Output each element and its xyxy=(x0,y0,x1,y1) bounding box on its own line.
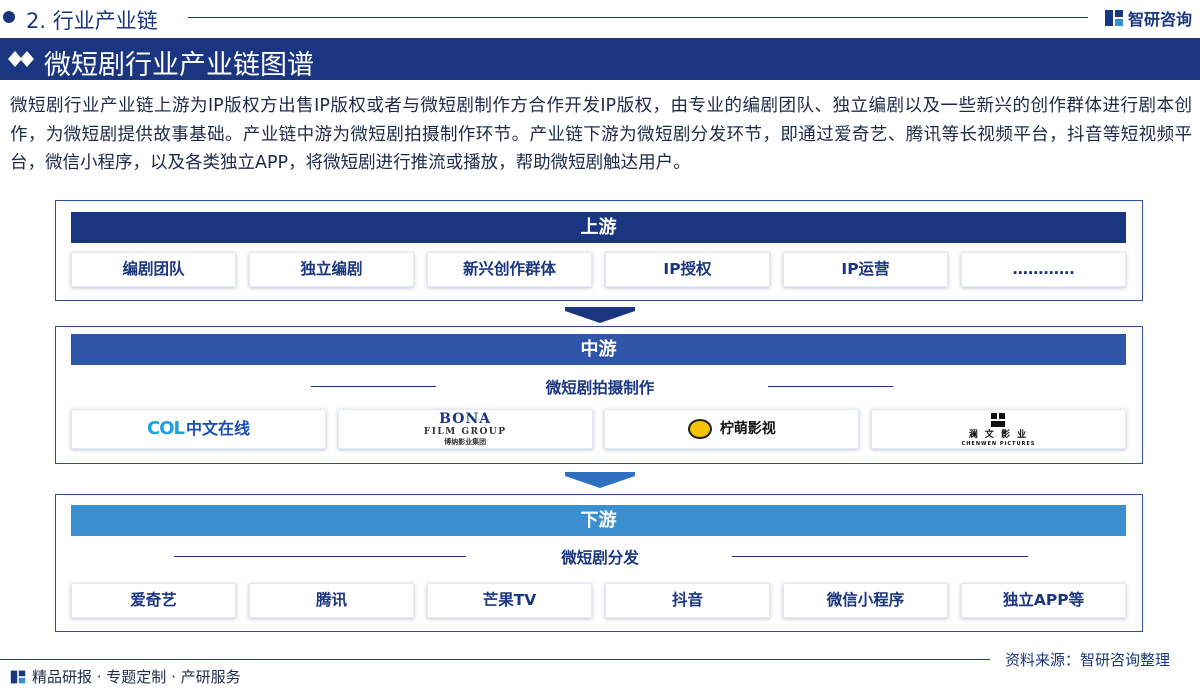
brand-logo-icon xyxy=(1104,10,1123,26)
midstream-header: 中游 xyxy=(71,334,1126,365)
downstream-items: 爱奇艺 腾讯 芒果TV 抖音 微信小程序 独立APP等 xyxy=(71,583,1126,618)
brand-logo-icon xyxy=(10,670,26,683)
footer-tagline: 精品研报 · 专题定制 · 产研服务 xyxy=(32,668,241,686)
arrow-down-icon xyxy=(565,307,635,323)
upstream-header: 上游 xyxy=(71,212,1126,243)
company-logo-bona: BONA FILM GROUP 博纳影业集团 xyxy=(337,409,593,449)
downstream-item: 微信小程序 xyxy=(783,583,948,618)
midstream-subtitle: 微短剧拍摄制作 xyxy=(545,379,655,397)
upstream-item: IP授权 xyxy=(605,252,770,287)
subtitle-line-right xyxy=(732,556,1028,557)
downstream-item: 芒果TV xyxy=(427,583,592,618)
company-logo-col: COL 中文在线 xyxy=(71,409,326,449)
section-label: 2. 行业产业链 xyxy=(26,9,158,33)
brand: 智研咨询 xyxy=(1104,6,1192,30)
bona-line2: FILM GROUP xyxy=(423,427,507,437)
brand-name: 智研咨询 xyxy=(1127,10,1192,29)
chenwen-en: CHENWEN PICTURES xyxy=(961,440,1036,447)
page-title: 微短剧行业产业链图谱 xyxy=(44,50,314,81)
downstream-item: 抖音 xyxy=(605,583,770,618)
diamond-icon xyxy=(8,51,34,67)
upstream-item: ………… xyxy=(961,252,1126,287)
upstream-tier: 上游 编剧团队 独立编剧 新兴创作群体 IP授权 IP运营 ………… xyxy=(55,200,1143,301)
midstream-tier: 中游 微短剧拍摄制作 COL 中文在线 BONA FILM GROUP 博纳影业… xyxy=(55,326,1143,464)
lemon-name: 柠萌影视 xyxy=(719,421,776,437)
footer-tagline-group: 精品研报 · 专题定制 · 产研服务 xyxy=(10,666,241,687)
upstream-item: IP运营 xyxy=(783,252,948,287)
company-logo-lemon: 柠萌影视 xyxy=(604,409,860,449)
downstream-item: 爱奇艺 xyxy=(71,583,236,618)
lemon-badge-icon xyxy=(687,419,712,439)
section-bullet-icon xyxy=(3,11,15,23)
downstream-tier: 下游 微短剧分发 爱奇艺 腾讯 芒果TV 抖音 微信小程序 独立APP等 xyxy=(55,494,1143,632)
downstream-header: 下游 xyxy=(71,505,1126,536)
footer-divider xyxy=(0,659,990,660)
title-banner: 微短剧行业产业链图谱 xyxy=(0,38,1200,81)
col-mark: COL xyxy=(147,418,185,439)
upstream-item: 独立编剧 xyxy=(249,252,414,287)
downstream-subtitle: 微短剧分发 xyxy=(561,549,639,567)
col-name: 中文在线 xyxy=(185,419,250,438)
bona-line1: BONA xyxy=(439,411,492,427)
company-logo-chenwen: 澜 文 影 业 CHENWEN PICTURES xyxy=(870,409,1126,449)
bona-line3: 博纳影业集团 xyxy=(444,438,487,446)
intro-paragraph: 微短剧行业产业链上游为IP版权方出售IP版权或者与微短剧制作方合作开发IP版权，… xyxy=(10,96,1192,173)
top-divider xyxy=(188,17,1088,18)
subtitle-line-right xyxy=(768,386,893,387)
source-note: 资料来源：智研咨询整理 xyxy=(1004,651,1170,669)
upstream-item: 新兴创作群体 xyxy=(427,252,592,287)
subtitle-line-left xyxy=(311,386,436,387)
arrow-down-icon xyxy=(565,472,635,488)
midstream-logos: COL 中文在线 BONA FILM GROUP 博纳影业集团 柠萌影视 澜 文… xyxy=(71,409,1126,449)
subtitle-line-left xyxy=(174,556,466,557)
chenwen-cn: 澜 文 影 业 xyxy=(968,429,1029,440)
upstream-items: 编剧团队 独立编剧 新兴创作群体 IP授权 IP运营 ………… xyxy=(71,252,1126,287)
downstream-item: 独立APP等 xyxy=(961,583,1126,618)
chenwen-mark-icon xyxy=(991,412,1006,427)
upstream-item: 编剧团队 xyxy=(71,252,236,287)
top-bar: 2. 行业产业链 智研咨询 xyxy=(0,0,1200,36)
downstream-item: 腾讯 xyxy=(249,583,414,618)
